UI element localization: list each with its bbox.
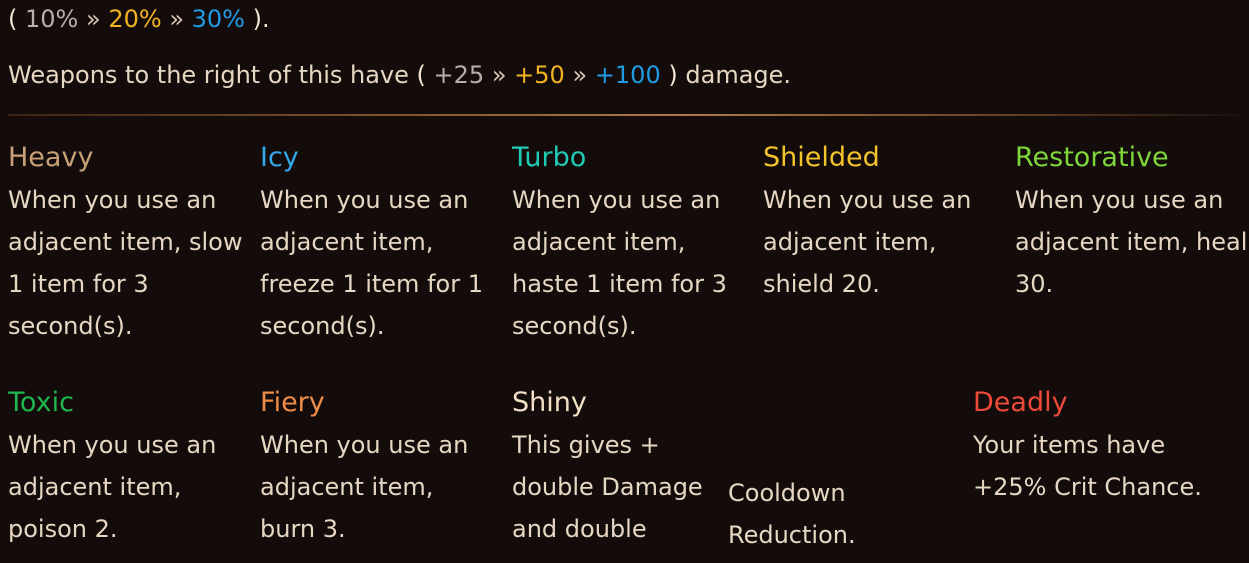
enchantment-description: Your items have +25% Crit Chance.	[973, 431, 1202, 501]
tier-separator: »	[169, 5, 184, 33]
close-paren: ).	[252, 5, 270, 33]
enchantment-title: Restorative	[1015, 142, 1169, 173]
tier-bronze-value: +25	[433, 61, 485, 89]
enchantment-description: When you use an adjacent item, shield 20…	[763, 186, 972, 298]
weapon-damage-line: Weapons to the right of this have ( +25 …	[8, 59, 791, 91]
enchantment-title: Toxic	[8, 387, 74, 418]
enchantment-title: Heavy	[8, 142, 94, 173]
tier-separator: »	[572, 61, 588, 89]
enchantment-description: This gives + double Damage and double	[512, 431, 703, 543]
enchantment-title: Shiny	[512, 387, 587, 418]
tier-percent-line: ( 10% » 20% » 30% ).	[8, 3, 270, 35]
enchantment-icy: Icy When you use an adjacent item, freez…	[260, 141, 495, 347]
enchantment-shielded: Shielded When you use an adjacent item, …	[763, 141, 998, 305]
enchantment-shiny: Shiny This gives + double Damage and dou…	[512, 386, 727, 550]
enchantment-title: Turbo	[512, 142, 587, 173]
enchantment-description: When you use an adjacent item, heal 30.	[1015, 186, 1248, 298]
enchantment-heavy: Heavy When you use an adjacent item, slo…	[8, 141, 243, 347]
enchantment-description: When you use an adjacent item, poison 2.	[8, 431, 217, 543]
enchantment-title: Shielded	[763, 142, 880, 173]
close-paren: )	[668, 61, 678, 89]
tier-separator: »	[86, 5, 101, 33]
tier-gold-value: +50	[514, 61, 565, 89]
enchantment-title: Icy	[260, 142, 299, 173]
enchantment-restorative: Restorative When you use an adjacent ite…	[1015, 141, 1249, 305]
enchantment-title: Fiery	[260, 387, 325, 418]
tier-bronze-value: 10%	[25, 5, 79, 33]
tier-diamond-value: +100	[594, 61, 661, 89]
open-paren: (	[416, 61, 426, 89]
section-divider	[8, 114, 1240, 116]
enchantment-description: When you use an adjacent item, burn 3.	[260, 431, 469, 543]
enchantment-description: When you use an adjacent item, haste 1 i…	[512, 186, 727, 340]
tier-gold-value: 20%	[108, 5, 162, 33]
enchantment-title: Deadly	[973, 387, 1068, 418]
tier-diamond-value: 30%	[191, 5, 245, 33]
enchantment-description-continued: Cooldown Reduction.	[728, 479, 856, 549]
enchantment-turbo: Turbo When you use an adjacent item, has…	[512, 141, 747, 347]
tier-separator: »	[491, 61, 507, 89]
enchantment-deadly: Deadly Your items have +25% Crit Chance.	[973, 386, 1208, 508]
weapon-damage-suffix: damage.	[685, 61, 792, 89]
enchantment-description: When you use an adjacent item, slow 1 it…	[8, 186, 243, 340]
open-paren: (	[8, 5, 18, 33]
enchantment-description: When you use an adjacent item, freeze 1 …	[260, 186, 483, 340]
weapon-damage-prefix: Weapons to the right of this have	[8, 61, 409, 89]
enchantment-toxic: Toxic When you use an adjacent item, poi…	[8, 386, 243, 550]
enchantment-fiery: Fiery When you use an adjacent item, bur…	[260, 386, 495, 550]
